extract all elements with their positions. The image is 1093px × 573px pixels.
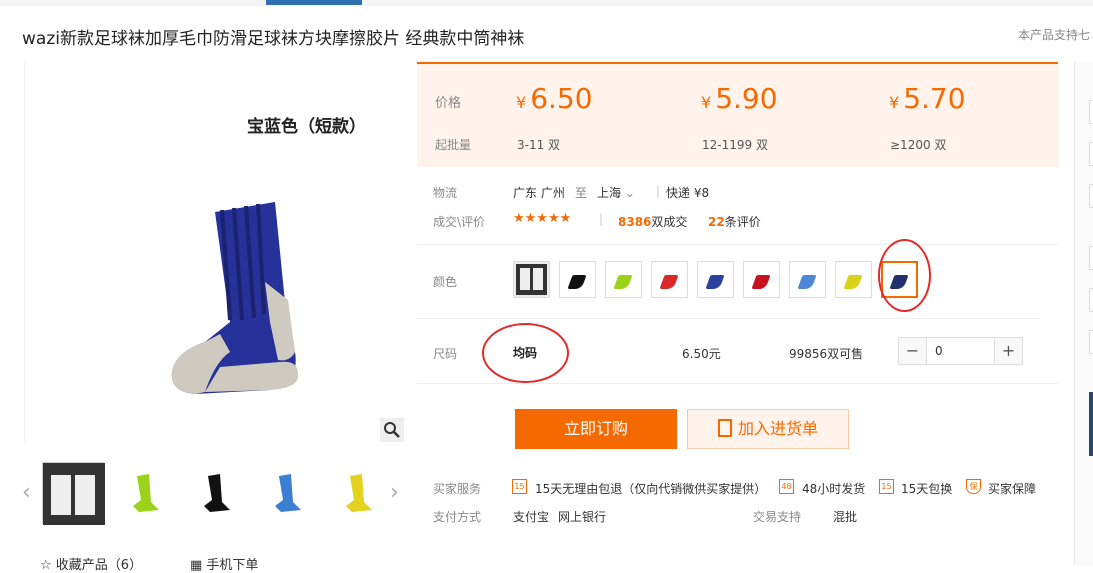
thumbnail[interactable]	[326, 462, 388, 524]
color-swatch[interactable]	[743, 261, 780, 298]
mobile-order-link[interactable]: ▦ 手机下单	[190, 554, 258, 573]
batch-label: 起批量	[435, 138, 472, 152]
shipping-fee: 快递 ¥8	[666, 186, 710, 200]
annotation-circle	[878, 239, 931, 312]
right-sidebar	[1074, 62, 1093, 566]
ship-to-value: 上海	[597, 186, 622, 200]
product-title: wazi新款足球袜加厚毛巾防滑足球袜方块摩擦胶片 经典款中筒神袜	[22, 29, 525, 49]
review-suffix: 条评价	[724, 215, 761, 229]
size-label: 尺码	[433, 347, 458, 361]
trade-support-value: 混批	[833, 510, 858, 524]
price-tier-2: ¥5.90	[701, 82, 778, 115]
color-swatch[interactable]	[605, 261, 642, 298]
exchange-15-icon: 15	[879, 479, 894, 494]
return-15-icon: 15	[512, 479, 527, 494]
divider-line	[417, 244, 1058, 245]
divider: |	[599, 212, 604, 226]
service-item[interactable]: 15天无理由包退（仅向代销微供买家提供）	[535, 480, 766, 497]
color-swatch[interactable]	[789, 261, 826, 298]
services-label: 买家服务	[433, 482, 482, 496]
main-product-image[interactable]: 宝蓝色（短款）	[24, 62, 404, 442]
stock-count: 99856双可售	[789, 347, 864, 361]
quantity-stepper: − 0 +	[898, 337, 1023, 365]
divider-line	[417, 383, 1058, 384]
zoom-button[interactable]	[380, 418, 404, 442]
ship-to-word: 至	[575, 186, 588, 200]
color-swatch[interactable]	[559, 261, 596, 298]
active-tab-indicator	[266, 0, 362, 5]
thumbnail-strip: ‹ ›	[18, 462, 410, 525]
price-tier-1: ¥6.50	[516, 82, 593, 115]
qty-tier-2: 12-1199 双	[702, 138, 768, 152]
price-tier-3: ¥5.70	[889, 82, 966, 115]
annotation-circle	[482, 323, 569, 383]
reviews-link[interactable]: 22条评价	[708, 213, 761, 230]
logistics-label: 物流	[433, 186, 458, 200]
color-label: 颜色	[433, 275, 458, 289]
color-swatch[interactable]	[835, 261, 872, 298]
chevron-right-icon[interactable]: ›	[390, 480, 399, 505]
ship-48h-icon: 48	[779, 479, 794, 494]
minus-button[interactable]: −	[899, 338, 926, 364]
reviews-label: 成交\评价	[433, 215, 486, 229]
plus-button[interactable]: +	[995, 338, 1022, 364]
buy-now-button[interactable]: 立即订购	[515, 409, 677, 449]
magnifier-icon	[384, 422, 400, 438]
divider-line	[417, 318, 1040, 319]
color-swatch[interactable]	[651, 261, 688, 298]
sidebar-tab[interactable]	[1089, 142, 1093, 166]
payment-label: 支付方式	[433, 510, 482, 524]
clipboard-icon	[717, 418, 732, 437]
thumbnail[interactable]	[42, 462, 105, 525]
add-to-cart-button[interactable]: 加入进货单	[687, 409, 849, 449]
guarantee-shield-icon: 保	[966, 479, 981, 494]
top-bar	[0, 0, 1093, 6]
sidebar-tab[interactable]	[1089, 288, 1093, 312]
price-panel: 价格 起批量 ¥6.50 3-11 双 ¥5.90 12-1199 双 ¥5.7…	[417, 62, 1058, 167]
support-note: 本产品支持七	[1018, 28, 1091, 42]
unit-price: 6.50元	[682, 347, 721, 361]
qty-tier-3: ≥1200 双	[890, 138, 947, 152]
sidebar-tab[interactable]	[1089, 100, 1093, 124]
add-to-cart-label: 加入进货单	[737, 419, 818, 438]
service-item[interactable]: 48小时发货	[802, 480, 865, 497]
ship-to-select[interactable]: 上海 ⌄	[597, 184, 635, 201]
payment-method: 网上银行	[558, 510, 607, 524]
review-count: 22	[708, 215, 725, 229]
chevron-left-icon[interactable]: ‹	[22, 480, 31, 505]
sidebar-tab[interactable]	[1089, 330, 1093, 354]
sidebar-tab[interactable]	[1089, 246, 1093, 270]
deals-link[interactable]: 8386双成交	[618, 213, 687, 230]
thumbnail[interactable]	[113, 462, 175, 524]
quantity-input[interactable]: 0	[926, 338, 995, 364]
color-swatch[interactable]	[513, 261, 550, 298]
divider: |	[656, 184, 661, 198]
sidebar-tab[interactable]	[1089, 184, 1093, 208]
thumbnail[interactable]	[184, 462, 246, 524]
sock-image	[171, 202, 299, 394]
deals-suffix: 双成交	[651, 215, 688, 229]
thumbnail[interactable]	[255, 462, 317, 524]
image-color-label: 宝蓝色（短款）	[247, 117, 366, 137]
favorite-link[interactable]: ☆ 收藏产品（6）	[40, 554, 142, 573]
thumbnail-image	[43, 463, 105, 525]
qty-tier-1: 3-11 双	[517, 138, 561, 152]
service-item[interactable]: 15天包换	[901, 480, 952, 497]
ship-from: 广东 广州	[513, 186, 565, 200]
price-label: 价格	[435, 96, 462, 111]
chevron-down-icon: ⌄	[624, 186, 635, 200]
payment-method: 支付宝	[513, 510, 550, 524]
sidebar-ad-image[interactable]	[1089, 392, 1093, 456]
color-swatch[interactable]	[697, 261, 734, 298]
service-item[interactable]: 买家保障	[988, 480, 1036, 497]
trade-support-label: 交易支持	[753, 510, 802, 524]
rating-stars: ★★★★★	[513, 211, 572, 226]
deals-count: 8386	[618, 215, 652, 229]
